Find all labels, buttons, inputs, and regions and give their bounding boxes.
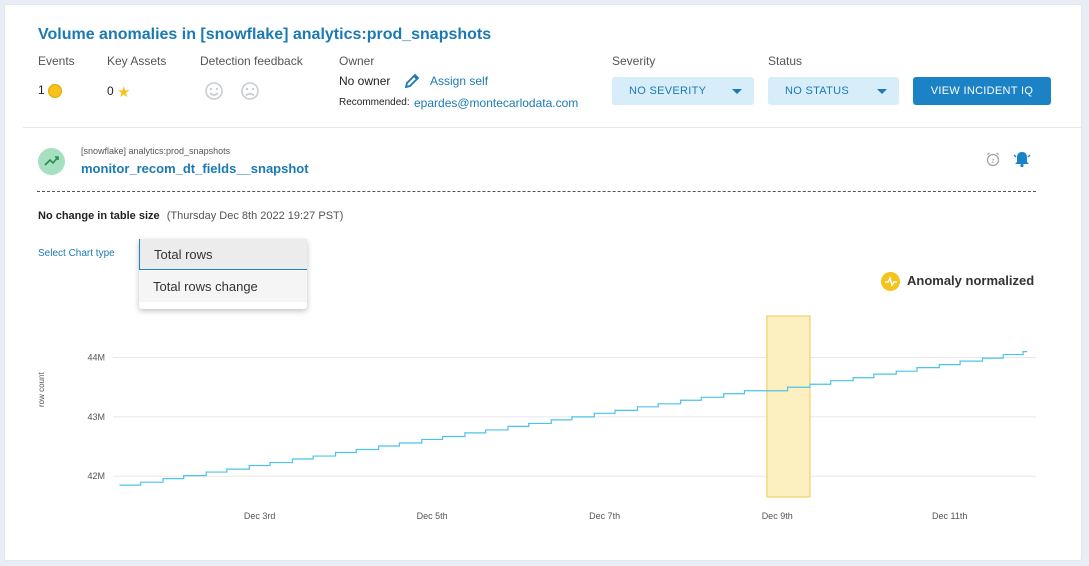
x-tick-label: Dec 7th bbox=[589, 511, 620, 521]
data-point bbox=[873, 373, 875, 375]
data-point bbox=[441, 435, 444, 438]
data-point bbox=[657, 403, 659, 405]
data-point bbox=[162, 478, 164, 480]
x-tick-label: Dec 3rd bbox=[244, 511, 276, 521]
data-point bbox=[636, 406, 639, 408]
data-point bbox=[378, 445, 380, 447]
series-line bbox=[119, 351, 1028, 486]
data-point bbox=[550, 419, 552, 421]
data-point bbox=[743, 390, 746, 392]
chart-type-menu[interactable]: Total rows Total rows change bbox=[139, 239, 307, 309]
data-point bbox=[593, 412, 595, 414]
y-tick-label: 42M bbox=[87, 471, 105, 481]
data-point bbox=[1002, 353, 1004, 356]
data-point bbox=[981, 357, 984, 359]
data-point bbox=[355, 448, 357, 451]
data-point bbox=[119, 484, 121, 486]
data-point bbox=[226, 468, 228, 470]
data-point bbox=[398, 442, 400, 444]
y-tick-label: 43M bbox=[87, 412, 105, 422]
data-point bbox=[291, 458, 294, 460]
data-point bbox=[269, 461, 271, 464]
data-point bbox=[895, 370, 897, 372]
incident-card: Volume anomalies in [snowflake] analytic… bbox=[4, 4, 1082, 561]
data-point bbox=[680, 399, 682, 401]
data-point bbox=[507, 425, 509, 427]
data-point bbox=[571, 416, 573, 418]
data-point bbox=[809, 383, 811, 385]
data-point bbox=[938, 364, 940, 366]
data-point bbox=[140, 481, 142, 483]
y-tick-label: 44M bbox=[87, 353, 105, 363]
data-point bbox=[959, 360, 961, 362]
data-point bbox=[312, 455, 314, 457]
y-axis-label: row count bbox=[37, 372, 46, 407]
x-tick-label: Dec 9th bbox=[762, 511, 793, 521]
data-point bbox=[852, 377, 854, 379]
chart-type-option-total-rows[interactable]: Total rows bbox=[139, 239, 307, 270]
anomaly-window bbox=[766, 315, 811, 498]
data-point bbox=[916, 367, 918, 369]
data-point bbox=[1022, 351, 1024, 353]
data-point bbox=[421, 438, 423, 441]
data-point bbox=[248, 464, 250, 467]
data-point bbox=[766, 390, 768, 392]
data-point bbox=[723, 393, 725, 395]
data-point bbox=[183, 475, 185, 477]
data-point bbox=[700, 396, 702, 398]
data-point bbox=[334, 451, 337, 454]
x-tick-label: Dec 5th bbox=[417, 511, 448, 521]
data-point bbox=[485, 429, 487, 431]
data-point bbox=[614, 409, 616, 411]
data-point bbox=[830, 380, 832, 382]
x-tick-label: Dec 11th bbox=[932, 511, 967, 521]
data-point bbox=[205, 471, 207, 473]
chart-type-option-total-rows-change[interactable]: Total rows change bbox=[139, 271, 307, 302]
data-point bbox=[464, 432, 466, 434]
data-point bbox=[786, 386, 789, 388]
data-point bbox=[528, 422, 530, 425]
